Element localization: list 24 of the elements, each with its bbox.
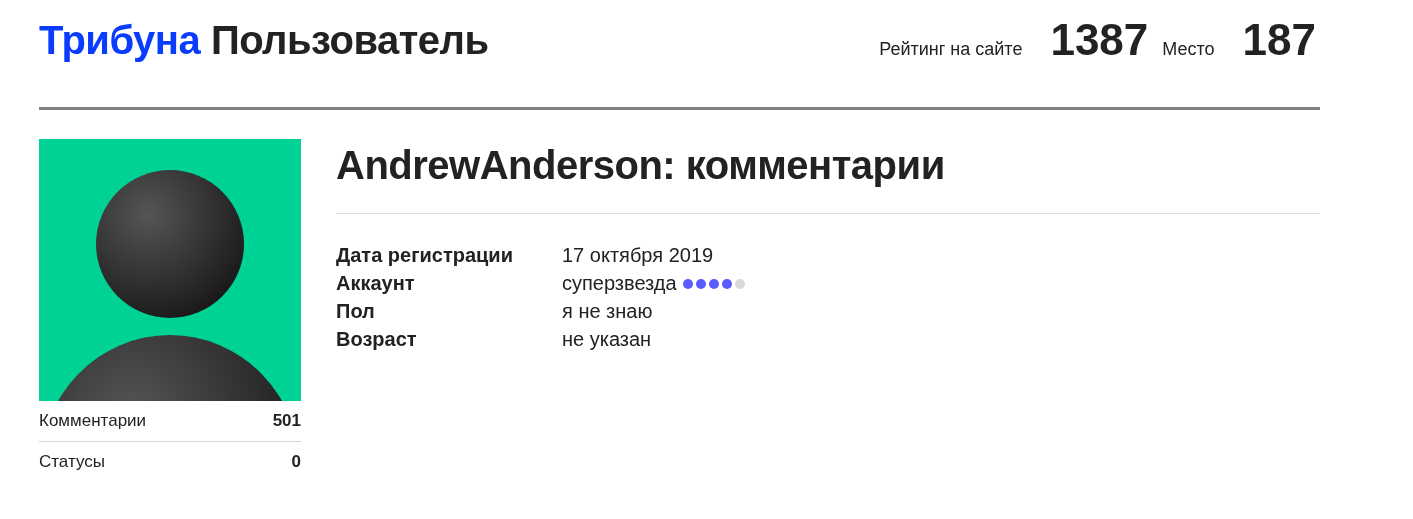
profile-heading: AndrewAnderson: комментарии bbox=[336, 139, 1320, 214]
rank-dot-icon bbox=[734, 278, 745, 289]
info-label: Пол bbox=[336, 300, 376, 323]
info-label: Дата регистрации bbox=[336, 244, 514, 267]
rank-dot-icon bbox=[682, 278, 693, 289]
stat-value: 0 bbox=[291, 452, 301, 472]
place-value: 187 bbox=[1242, 15, 1316, 65]
rating-label: Рейтинг на сайте bbox=[879, 39, 1023, 60]
rank-dot-icon bbox=[695, 278, 706, 289]
info-label: Аккаунт bbox=[336, 272, 416, 295]
page-title: Трибуна Пользователь bbox=[39, 17, 489, 63]
info-value: я не знаю bbox=[562, 300, 653, 323]
stat-label: Комментарии bbox=[39, 411, 147, 431]
stat-value: 501 bbox=[272, 411, 301, 431]
avatar-icon bbox=[39, 139, 301, 401]
place-label: Место bbox=[1162, 39, 1215, 60]
rank-dot-icon bbox=[708, 278, 719, 289]
rating-value: 1387 bbox=[1050, 15, 1149, 65]
info-value: суперзвезда bbox=[562, 272, 677, 295]
rank-dot-icon bbox=[721, 278, 732, 289]
info-label: Возраст bbox=[336, 328, 418, 351]
stat-label: Статусы bbox=[39, 452, 105, 472]
info-value: 17 октября 2019 bbox=[562, 244, 714, 267]
info-value: не указан bbox=[562, 328, 652, 351]
